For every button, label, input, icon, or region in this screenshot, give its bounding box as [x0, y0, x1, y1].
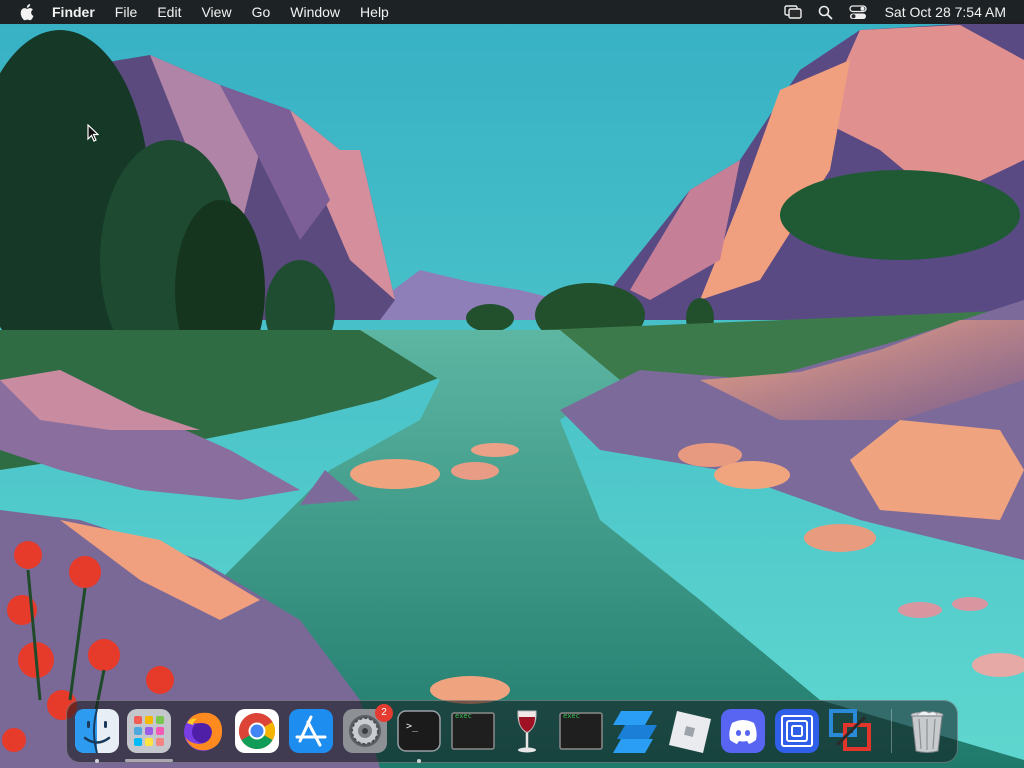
parallels-icon — [829, 709, 871, 751]
dock-system-preferences[interactable]: 2 — [341, 704, 393, 755]
dock-exec-2[interactable]: exec — [557, 707, 605, 755]
menu-help[interactable]: Help — [350, 0, 399, 24]
launchpad-highlight-bar — [125, 759, 173, 762]
dock-app-store[interactable] — [287, 707, 335, 755]
dock-exec-1[interactable]: exec — [449, 707, 497, 755]
terminal-prompt: >_ — [406, 721, 419, 732]
exec-label: exec — [455, 712, 472, 720]
dock-roblox[interactable] — [665, 707, 713, 755]
dock-firefox[interactable] — [179, 707, 227, 755]
dock-spiral-app[interactable] — [773, 707, 821, 755]
discord-icon — [721, 709, 765, 753]
finder-icon — [75, 708, 119, 754]
spiral-app-icon — [775, 709, 819, 753]
trash-icon — [910, 711, 944, 753]
chrome-icon — [235, 709, 279, 753]
screen-mirroring-icon[interactable] — [776, 0, 810, 24]
menu-file[interactable]: File — [105, 0, 148, 24]
menu-view[interactable]: View — [191, 0, 241, 24]
menu-app-name[interactable]: Finder — [42, 0, 105, 24]
spotlight-search-icon[interactable] — [810, 0, 841, 24]
menu-go[interactable]: Go — [242, 0, 281, 24]
menu-window[interactable]: Window — [280, 0, 350, 24]
firefox-icon — [184, 712, 223, 751]
menu-bar: Finder File Edit View Go Window Help Sat… — [0, 0, 1024, 24]
roblox-icon — [669, 711, 711, 753]
dock-wine[interactable] — [503, 707, 551, 755]
menu-bar-clock[interactable]: Sat Oct 28 7:54 AM — [875, 4, 1006, 20]
app-store-icon — [289, 709, 333, 753]
stack-icon — [613, 711, 657, 753]
dock-separator — [891, 709, 892, 753]
dock-parallels[interactable] — [827, 707, 875, 755]
dock: 2 >_ exec exec — [66, 700, 958, 763]
dock-launchpad[interactable] — [125, 707, 173, 755]
wine-icon — [517, 710, 537, 753]
dock-stack[interactable] — [611, 707, 659, 755]
mouse-pointer-icon — [87, 124, 99, 142]
exec-label: exec — [563, 712, 580, 720]
running-indicator — [417, 759, 421, 763]
running-indicator — [95, 759, 99, 763]
launchpad-icon — [127, 709, 171, 753]
dock-finder[interactable] — [73, 707, 121, 755]
dock-discord[interactable] — [719, 707, 767, 755]
apple-menu-icon[interactable] — [18, 0, 42, 24]
dock-trash[interactable] — [903, 707, 951, 755]
dock-chrome[interactable] — [233, 707, 281, 755]
terminal-icon: >_ — [397, 710, 441, 752]
desktop-wallpaper — [0, 0, 1024, 768]
control-center-icon[interactable] — [841, 0, 875, 24]
notification-badge: 2 — [375, 704, 393, 722]
dock-terminal[interactable]: >_ — [395, 707, 443, 755]
menu-edit[interactable]: Edit — [147, 0, 191, 24]
